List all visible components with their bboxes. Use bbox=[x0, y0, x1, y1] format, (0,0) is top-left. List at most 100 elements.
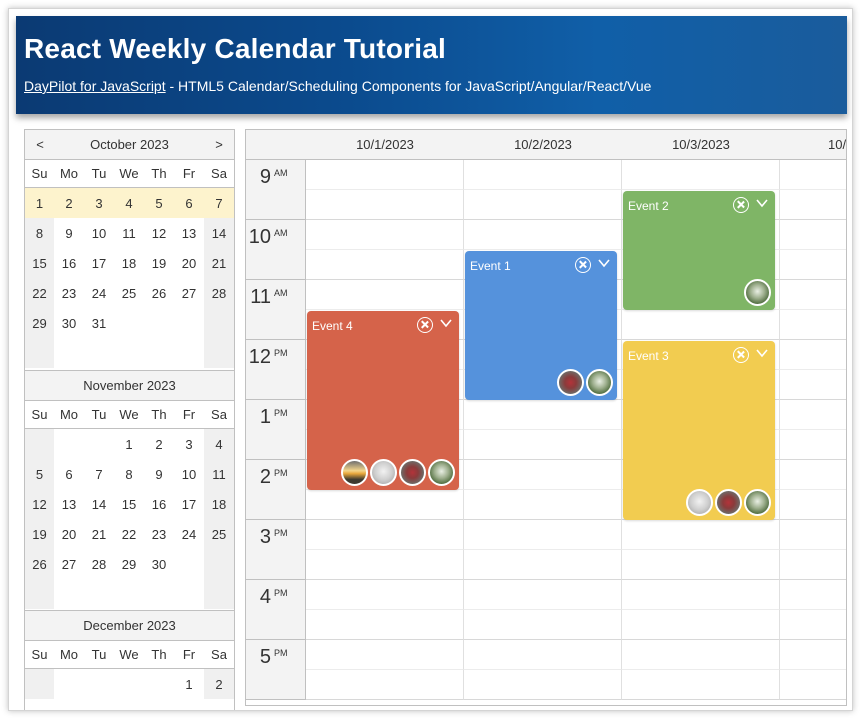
time-slot-cell[interactable] bbox=[780, 610, 846, 640]
time-slot-cell[interactable] bbox=[464, 610, 622, 640]
time-slot-cell[interactable] bbox=[780, 400, 846, 430]
navigator-day[interactable] bbox=[25, 429, 54, 459]
time-slot-cell[interactable] bbox=[464, 520, 622, 550]
navigator-day[interactable]: 27 bbox=[174, 278, 204, 308]
daypilot-link[interactable]: DayPilot for JavaScript bbox=[24, 78, 166, 94]
navigator-day[interactable]: 4 bbox=[204, 429, 234, 459]
navigator-day[interactable]: 4 bbox=[114, 188, 144, 218]
navigator-day[interactable] bbox=[54, 429, 84, 459]
chevron-down-icon[interactable] bbox=[597, 256, 611, 270]
time-slot-cell[interactable] bbox=[464, 400, 622, 430]
navigator-day[interactable]: 26 bbox=[144, 278, 174, 308]
time-slot-cell[interactable] bbox=[622, 310, 780, 340]
navigator-day[interactable]: 29 bbox=[114, 549, 144, 579]
navigator-day[interactable]: 22 bbox=[25, 278, 54, 308]
navigator-day[interactable]: 18 bbox=[114, 248, 144, 278]
navigator-day[interactable] bbox=[114, 669, 144, 699]
navigator-day[interactable]: 8 bbox=[114, 459, 144, 489]
navigator-day[interactable]: 26 bbox=[25, 549, 54, 579]
navigator-day[interactable]: 21 bbox=[204, 248, 234, 278]
navigator-day[interactable]: 1 bbox=[174, 669, 204, 699]
navigator-day[interactable]: 28 bbox=[84, 549, 114, 579]
chevron-down-icon[interactable] bbox=[439, 316, 453, 330]
time-slot-cell[interactable] bbox=[780, 340, 846, 370]
time-slot-cell[interactable] bbox=[780, 160, 846, 190]
time-slot-cell[interactable] bbox=[306, 190, 464, 220]
navigator-day[interactable]: 1 bbox=[114, 429, 144, 459]
navigator-day[interactable]: 15 bbox=[25, 248, 54, 278]
time-slot-cell[interactable] bbox=[464, 580, 622, 610]
navigator-day[interactable]: 8 bbox=[25, 218, 54, 248]
navigator-day[interactable]: 30 bbox=[144, 549, 174, 579]
navigator-day[interactable] bbox=[114, 308, 144, 338]
time-slot-cell[interactable] bbox=[622, 160, 780, 190]
time-slot-cell[interactable] bbox=[306, 670, 464, 700]
navigator-day[interactable]: 21 bbox=[84, 519, 114, 549]
navigator-day[interactable]: 7 bbox=[84, 459, 114, 489]
navigator-day[interactable]: 2 bbox=[144, 429, 174, 459]
time-slot-cell[interactable] bbox=[780, 250, 846, 280]
navigator-day[interactable] bbox=[204, 549, 234, 579]
time-slot-cell[interactable] bbox=[780, 310, 846, 340]
time-slot-cell[interactable] bbox=[780, 670, 846, 700]
time-slot-cell[interactable] bbox=[780, 190, 846, 220]
time-slot-cell[interactable] bbox=[622, 520, 780, 550]
navigator-day[interactable]: 24 bbox=[174, 519, 204, 549]
time-slot-cell[interactable] bbox=[622, 580, 780, 610]
navigator-day[interactable]: 5 bbox=[144, 188, 174, 218]
navigator-day[interactable]: 5 bbox=[25, 459, 54, 489]
navigator-day[interactable]: 3 bbox=[174, 429, 204, 459]
time-slot-cell[interactable] bbox=[622, 640, 780, 670]
time-slot-cell[interactable] bbox=[780, 460, 846, 490]
chevron-down-icon[interactable] bbox=[755, 346, 769, 360]
time-slot-cell[interactable] bbox=[622, 670, 780, 700]
time-slot-cell[interactable] bbox=[306, 160, 464, 190]
navigator-day[interactable]: 13 bbox=[54, 489, 84, 519]
time-slot-cell[interactable] bbox=[464, 640, 622, 670]
navigator-day[interactable]: 27 bbox=[54, 549, 84, 579]
navigator-day[interactable]: 24 bbox=[84, 278, 114, 308]
circle-x-icon[interactable] bbox=[575, 257, 591, 273]
time-slot-cell[interactable] bbox=[464, 670, 622, 700]
chevron-down-icon[interactable] bbox=[755, 196, 769, 210]
time-slot-cell[interactable] bbox=[464, 550, 622, 580]
time-slot-cell[interactable] bbox=[780, 520, 846, 550]
navigator-day[interactable] bbox=[54, 669, 84, 699]
navigator-day[interactable] bbox=[174, 308, 204, 338]
navigator-day[interactable]: 18 bbox=[204, 489, 234, 519]
time-slot-cell[interactable] bbox=[306, 490, 464, 520]
time-slot-cell[interactable] bbox=[306, 610, 464, 640]
calendar-event[interactable]: Event 3 bbox=[623, 341, 775, 520]
navigator-day[interactable]: 19 bbox=[25, 519, 54, 549]
navigator-day[interactable]: 11 bbox=[114, 218, 144, 248]
time-slot-cell[interactable] bbox=[464, 460, 622, 490]
calendar-event[interactable]: Event 2 bbox=[623, 191, 775, 310]
navigator-day[interactable]: 12 bbox=[25, 489, 54, 519]
calendar-event[interactable]: Event 4 bbox=[307, 311, 459, 490]
navigator-day[interactable]: 1 bbox=[25, 188, 54, 218]
navigator-day[interactable] bbox=[144, 669, 174, 699]
navigator-day[interactable] bbox=[84, 429, 114, 459]
navigator-day[interactable]: 14 bbox=[204, 218, 234, 248]
time-slot-cell[interactable] bbox=[464, 490, 622, 520]
navigator-day[interactable]: 22 bbox=[114, 519, 144, 549]
navigator-day[interactable]: 17 bbox=[174, 489, 204, 519]
time-slot-cell[interactable] bbox=[306, 550, 464, 580]
navigator-next-button[interactable]: > bbox=[211, 137, 227, 152]
navigator-day[interactable]: 13 bbox=[174, 218, 204, 248]
time-slot-cell[interactable] bbox=[780, 430, 846, 460]
navigator-day[interactable]: 9 bbox=[144, 459, 174, 489]
navigator-day[interactable]: 3 bbox=[84, 188, 114, 218]
circle-x-icon[interactable] bbox=[733, 347, 749, 363]
circle-x-icon[interactable] bbox=[417, 317, 433, 333]
time-slot-cell[interactable] bbox=[306, 640, 464, 670]
navigator-day[interactable]: 10 bbox=[84, 218, 114, 248]
navigator-prev-button[interactable]: < bbox=[32, 137, 48, 152]
navigator-day[interactable]: 19 bbox=[144, 248, 174, 278]
navigator-day[interactable]: 6 bbox=[174, 188, 204, 218]
time-slot-cell[interactable] bbox=[464, 190, 622, 220]
time-slot-cell[interactable] bbox=[306, 280, 464, 310]
time-slot-cell[interactable] bbox=[622, 550, 780, 580]
time-slot-cell[interactable] bbox=[464, 160, 622, 190]
navigator-day[interactable]: 11 bbox=[204, 459, 234, 489]
